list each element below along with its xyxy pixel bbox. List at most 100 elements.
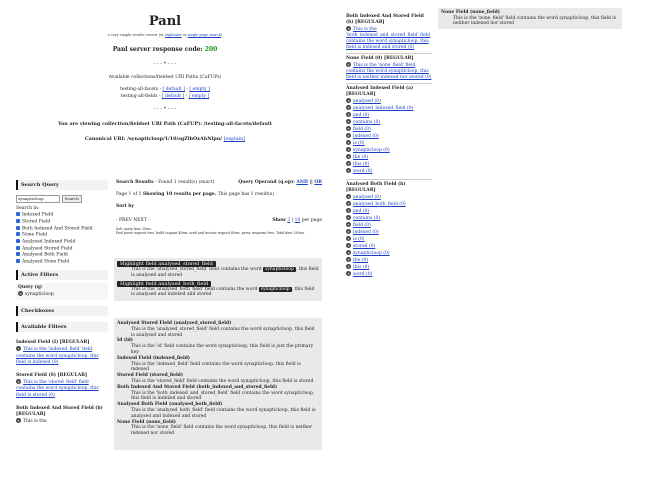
document-fields: Analysed Stored Field (analysed_stored_f… [114,318,322,450]
add-icon[interactable]: + [16,418,21,424]
facet-item[interactable]: + is (0) [346,140,432,147]
add-icon[interactable]: + [346,250,351,255]
query-chip[interactable]: × synapticloop [18,291,106,298]
add-icon[interactable]: + [346,126,351,131]
search-in-option[interactable]: Analysed Stored Field [16,245,108,253]
facet-item[interactable]: + the (0) [346,154,432,161]
facet-item[interactable]: + analysed (0) [346,98,432,105]
add-icon[interactable]: + [346,201,351,206]
prev-next[interactable]: - PREV NEXT - [116,218,150,224]
field-value: This is the 'id' field contains the word… [131,344,314,355]
facet-item[interactable]: + and (0) [346,112,432,119]
field-value: This is the 'analysed_stored_field' fiel… [131,326,315,338]
add-icon[interactable]: + [346,229,351,234]
query-box: Query (q) × synapticloop [16,282,108,301]
search-in-option[interactable]: Analysed Indexed Field [16,239,108,246]
facet-item[interactable]: + contains (0) [346,119,432,126]
add-icon[interactable]: + [346,26,351,31]
add-icon[interactable]: + [346,147,351,152]
search-in-option[interactable]: Both Indexed And Stored Field [16,225,108,233]
add-icon[interactable]: + [346,257,351,262]
add-icon[interactable]: + [346,243,351,248]
facet-item[interactable]: + This is the 'both_indexed_and_stored_fi… [346,26,432,51]
add-icon[interactable]: + [346,222,351,227]
explainer-link[interactable]: explainer [165,33,182,37]
search-in-option[interactable]: Stored Field [16,218,108,226]
facet-item[interactable]: + this (0) [346,161,432,168]
facet-item[interactable]: + This is the 'none_field' field contains… [346,62,432,81]
facet-item[interactable]: + indexed (0) [346,229,432,236]
facet-item[interactable]: + This is the 'indexed_field' field conta… [16,346,108,366]
facet-item[interactable]: + field (0) [346,222,432,229]
facet-item[interactable]: + is (0) [346,236,432,243]
add-icon[interactable]: + [346,140,351,145]
pagination-row: - PREV NEXT - Show 3 | 10 per page [116,218,322,224]
add-icon[interactable]: + [346,62,351,67]
facet-item[interactable]: + the (0) [346,257,432,264]
add-icon[interactable]: + [346,236,351,241]
checkbox[interactable] [16,218,20,223]
highlight-item: Highlight field analysed_stored_field Th… [117,261,319,279]
checkbox[interactable] [16,252,20,257]
facet-item[interactable]: + stored (0) [346,243,432,250]
response-code: 200 [204,46,218,53]
search-input[interactable]: synapticloop [16,195,60,203]
facet-item[interactable]: + analysed (0) [346,194,432,201]
add-icon[interactable]: + [346,133,351,138]
add-icon[interactable]: + [16,346,21,352]
facet-item[interactable]: + analysed_both_field (0) [346,201,432,208]
add-icon[interactable]: + [346,112,351,117]
facet-item[interactable]: + word (0) [346,271,432,278]
add-icon[interactable]: + [346,194,351,199]
add-icon[interactable]: + [346,119,351,124]
add-icon[interactable]: + [346,105,351,110]
collection-default-link[interactable]: [ default ] [162,94,184,99]
right-facets: Both Indexed And Stored Field (b) [REGUL… [346,14,432,278]
add-icon[interactable]: + [346,271,351,276]
add-icon[interactable]: + [346,98,351,103]
remove-icon[interactable]: × [18,291,23,297]
facet-item[interactable]: + This is the [16,418,108,425]
available-collections-label: Available collections/fieldset URI Paths… [108,75,222,80]
facet-item[interactable]: + indexed (0) [346,133,432,140]
facet-item[interactable]: + word (0) [346,168,432,175]
collection-empty-link[interactable]: [ empty ] [189,87,210,92]
checkbox[interactable] [16,212,20,217]
add-icon[interactable]: + [346,215,351,220]
checkbox[interactable] [16,259,20,264]
add-icon[interactable]: + [16,379,21,385]
facet-item[interactable]: + this (0) [346,264,432,271]
facet-item[interactable]: + contains (0) [346,215,432,222]
search-in-option[interactable]: Analysed Both Field [16,252,108,259]
checkbox[interactable] [16,225,20,230]
add-icon[interactable]: + [346,168,351,173]
explain-link[interactable]: [explain] [224,137,245,142]
search-in-option[interactable]: Indexed Field [16,212,108,219]
facet-item[interactable]: + This is the 'stored_field' field contai… [16,379,108,399]
facet-item[interactable]: + field (0) [346,126,432,133]
analysed-both-list: + analysed (0) + analysed_both_field (0) + an… [346,194,432,278]
add-icon[interactable]: + [346,161,351,166]
facet-item[interactable]: + synapticloop (0) [346,250,432,257]
op-or-link[interactable]: OR [314,180,322,185]
collection-empty-link[interactable]: [ empty ] [189,94,210,99]
search-in-option[interactable]: Analysed None Field [16,259,108,266]
checkbox[interactable] [16,232,20,237]
checkbox[interactable] [16,239,20,244]
facet-item[interactable]: + and (0) [346,208,432,215]
add-icon[interactable]: + [346,154,351,159]
collection-default-link[interactable]: [ default ] [163,87,185,92]
search-in-option[interactable]: None Field [16,232,108,239]
facet-item[interactable]: + synapticloop (0) [346,147,432,154]
add-icon[interactable]: + [346,208,351,213]
single-page-search-link[interactable]: single page search [188,33,221,37]
field-value: This is the 'both_indexed_and_stored_fie… [131,390,315,402]
none-field-panel: None Field (none_field) This is the 'non… [438,8,622,29]
search-button[interactable]: Search [61,195,82,203]
page-header: Panl a very simple results viewer (or ex… [0,14,330,142]
add-icon[interactable]: + [346,264,351,269]
op-and-link[interactable]: AND [296,180,308,185]
highlight-item: Highlight field analysed_both_field This… [117,280,319,299]
facet-item[interactable]: + analysed_indexed_field (0) [346,105,432,112]
checkbox[interactable] [16,245,20,250]
